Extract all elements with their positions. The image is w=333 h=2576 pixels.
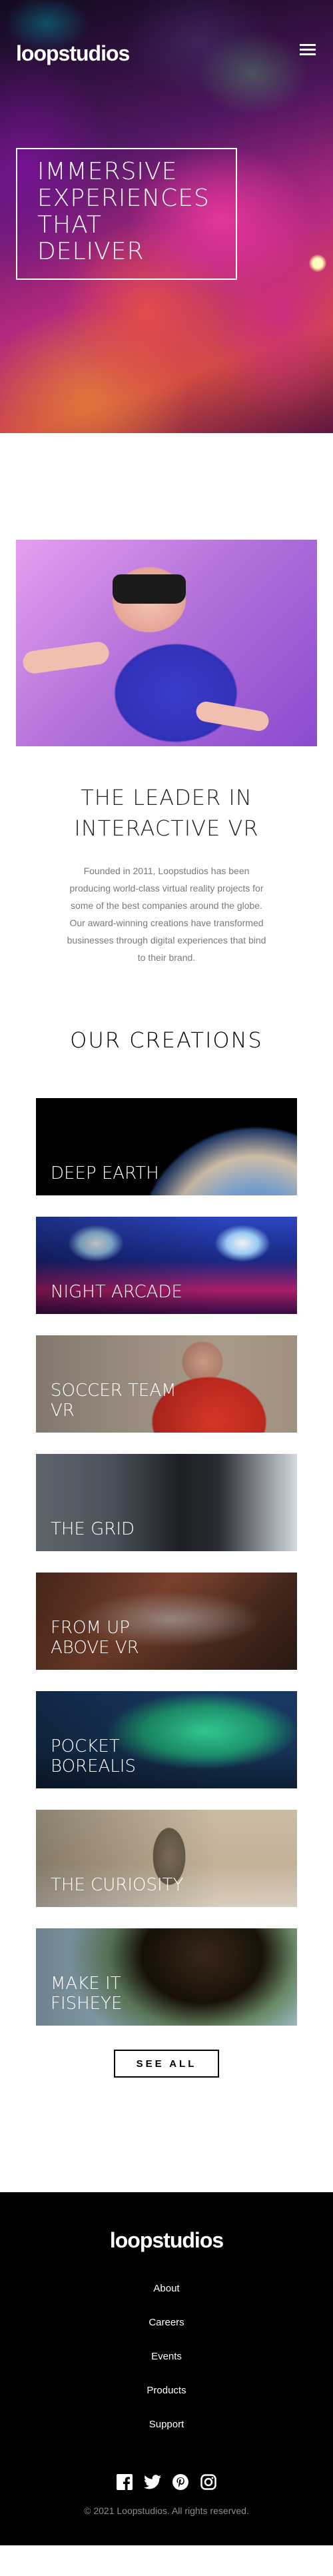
creation-card-pocket-borealis[interactable]: POCKET BOREALIS (36, 1691, 297, 1788)
creation-card-night-arcade[interactable]: NIGHT ARCADE (36, 1217, 297, 1314)
interactive-title-line: INTERACTIVE VR (74, 816, 259, 841)
creation-card-make-it-fisheye[interactable]: MAKE IT FISHEYE (36, 1928, 297, 2026)
copyright-text: © 2021 Loopstudios. All rights reserved. (84, 2505, 249, 2516)
hero-headline-line: DELIVER (37, 238, 145, 265)
footer-logo[interactable]: loopstudios (0, 2192, 333, 2253)
creations-list: DEEP EARTH NIGHT ARCADE SOCCER TEAM VR T… (0, 1098, 333, 2026)
creation-card-label: MAKE IT FISHEYE (51, 1974, 123, 2014)
creation-card-the-grid[interactable]: THE GRID (36, 1454, 297, 1551)
creation-card-label: THE GRID (51, 1519, 135, 1539)
interactive-description: Founded in 2011, Loopstudios has been pr… (67, 866, 266, 963)
footer-link-about[interactable]: About (0, 2271, 333, 2305)
social-links (0, 2473, 333, 2491)
creation-card-label: DEEP EARTH (51, 1163, 159, 1183)
site-footer: loopstudios About Careers Events Product… (0, 2192, 333, 2545)
facebook-icon[interactable] (116, 2473, 133, 2491)
creation-card-label: THE CURIOSITY (51, 1875, 184, 1895)
creation-card-label: SOCCER TEAM VR (51, 1381, 176, 1421)
footer-nav: About Careers Events Products Support (0, 2271, 333, 2441)
see-all-button[interactable]: SEE ALL (114, 2050, 219, 2078)
footer-link-events[interactable]: Events (0, 2339, 333, 2373)
footer-link-products[interactable]: Products (0, 2373, 333, 2407)
photo-vr-headset (113, 574, 186, 604)
footer-link-careers[interactable]: Careers (0, 2305, 333, 2339)
photo-arm-right (194, 700, 270, 733)
hero-headline-line: THAT (37, 211, 102, 239)
interactive-title: THE LEADER IN INTERACTIVE VR (0, 782, 333, 844)
photo-arm-left (21, 640, 111, 675)
creations-section: OUR CREATIONS DEEP EARTH NIGHT ARCADE SO… (0, 1027, 333, 2078)
creation-card-deep-earth[interactable]: DEEP EARTH (36, 1098, 297, 1195)
twitter-icon[interactable] (144, 2473, 161, 2491)
creation-card-label: FROM UP ABOVE VR (51, 1618, 139, 1658)
hero-section: loopstudios IMMERSIVE EXPERIENCES THAT D… (0, 0, 333, 433)
hero-headline-line: EXPERIENCES (37, 185, 210, 212)
site-header: loopstudios (0, 0, 333, 100)
instagram-icon[interactable] (200, 2473, 217, 2491)
creation-card-label: NIGHT ARCADE (51, 1282, 182, 1302)
vr-headset-photo (16, 540, 317, 746)
creation-card-label: POCKET BOREALIS (51, 1736, 136, 1776)
creations-title: OUR CREATIONS (70, 1027, 263, 1053)
footer-link-support[interactable]: Support (0, 2407, 333, 2441)
interactive-title-line: THE LEADER IN (81, 785, 252, 810)
hero-headline-line: IMMERSIVE (37, 158, 178, 185)
interactive-section: THE LEADER IN INTERACTIVE VR Founded in … (0, 433, 333, 966)
creation-card-soccer-team-vr[interactable]: SOCCER TEAM VR (36, 1335, 297, 1433)
pinterest-icon[interactable] (172, 2473, 189, 2491)
creation-card-the-curiosity[interactable]: THE CURIOSITY (36, 1810, 297, 1907)
site-logo[interactable]: loopstudios (16, 41, 130, 66)
hero-light-flare (309, 255, 326, 272)
hero-headline-box: IMMERSIVE EXPERIENCES THAT DELIVER (16, 148, 237, 280)
hamburger-menu-icon[interactable] (300, 44, 316, 56)
creation-card-from-up-above-vr[interactable]: FROM UP ABOVE VR (36, 1573, 297, 1670)
